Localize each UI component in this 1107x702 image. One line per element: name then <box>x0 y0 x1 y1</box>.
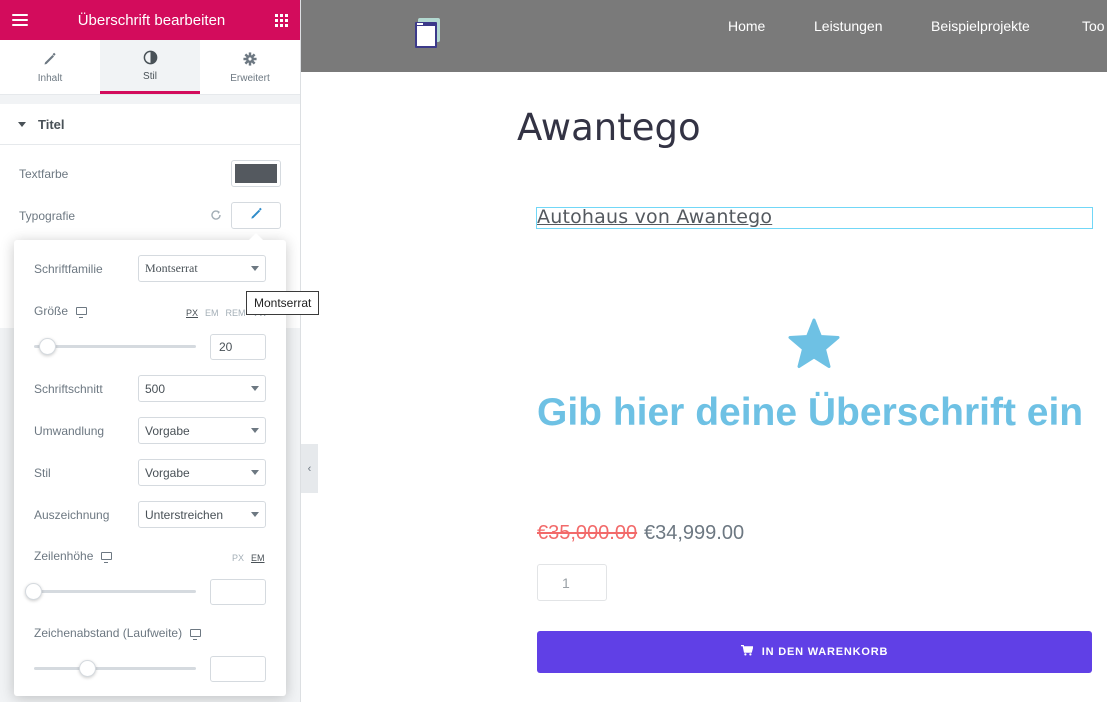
color-swatch <box>235 164 277 183</box>
decoration-value: Unterstreichen <box>145 507 224 522</box>
text-color-picker[interactable] <box>231 160 281 187</box>
line-height-slider-handle[interactable] <box>25 583 42 600</box>
add-to-cart-button[interactable]: IN DEN WARENKORB <box>537 631 1092 673</box>
style-label: Stil <box>34 466 51 480</box>
quantity-input[interactable]: 1 <box>537 564 607 601</box>
widgets-grid-icon[interactable] <box>275 13 288 27</box>
letter-spacing-slider-handle[interactable] <box>79 660 96 677</box>
panel-header: Überschrift bearbeiten <box>0 0 300 40</box>
site-logo[interactable] <box>409 14 449 54</box>
letter-spacing-input[interactable] <box>210 656 266 682</box>
section-title: Titel <box>38 116 65 132</box>
tab-content-label: Inhalt <box>37 72 63 84</box>
chevron-down-icon <box>251 428 259 433</box>
text-color-label: Textfarbe <box>19 167 69 181</box>
caret-down-icon <box>18 121 26 127</box>
line-height-label-row: Zeilenhöhe <box>34 549 113 563</box>
pencil-icon <box>250 207 263 225</box>
transform-select[interactable]: Vorgabe <box>138 417 266 444</box>
contrast-icon <box>143 49 158 65</box>
tab-advanced[interactable]: Erweitert <box>200 40 300 94</box>
size-label-row: Größe <box>34 304 88 318</box>
style-select[interactable]: Vorgabe <box>138 459 266 486</box>
unit-em[interactable]: EM <box>251 553 265 563</box>
size-slider-handle[interactable] <box>39 338 56 355</box>
add-to-cart-label: IN DEN WARENKORB <box>761 646 889 658</box>
site-header: Home Leistungen Beispielprojekte Too <box>301 0 1107 72</box>
weight-value: 500 <box>145 381 166 396</box>
star-icon <box>787 318 841 370</box>
transform-label: Umwandlung <box>34 424 105 438</box>
nav-tools[interactable]: Too <box>1082 18 1105 34</box>
line-height-slider[interactable] <box>25 583 196 600</box>
tab-style-label: Stil <box>143 71 157 82</box>
letter-spacing-label: Zeichenabstand (Laufweite) <box>34 626 183 640</box>
popover-arrow <box>249 233 263 240</box>
typography-edit-button[interactable] <box>231 202 281 229</box>
tab-content[interactable]: Inhalt <box>0 40 100 94</box>
decoration-label: Auszeichnung <box>34 508 110 522</box>
font-tooltip: Montserrat <box>246 291 320 315</box>
weight-label: Schriftschnitt <box>34 382 103 396</box>
section-title-toggle[interactable]: Titel <box>0 104 300 145</box>
regular-price: €35,000.00 <box>537 522 638 544</box>
weight-select[interactable]: 500 <box>138 375 266 402</box>
tab-advanced-label: Erweitert <box>230 72 270 84</box>
unit-px[interactable]: PX <box>232 553 244 563</box>
unit-em[interactable]: EM <box>205 308 219 318</box>
desktop-icon[interactable] <box>101 552 113 563</box>
panel-title: Überschrift bearbeiten <box>77 11 226 29</box>
chevron-down-icon <box>251 470 259 475</box>
pencil-icon <box>43 51 57 67</box>
font-family-value: Montserrat <box>145 261 198 275</box>
sale-price: €34,999.00 <box>644 522 745 544</box>
chevron-down-icon <box>251 512 259 517</box>
line-height-input[interactable] <box>210 579 266 605</box>
desktop-icon[interactable] <box>76 307 88 318</box>
line-height-units: PX EM <box>232 553 265 563</box>
chevron-left-icon: ‹ <box>307 462 312 475</box>
font-family-select[interactable]: Montserrat <box>138 255 266 282</box>
size-input[interactable]: 20 <box>210 334 266 360</box>
unit-px[interactable]: PX <box>186 308 198 318</box>
letter-spacing-label-row: Zeichenabstand (Laufweite) <box>34 626 202 640</box>
chevron-down-icon <box>251 386 259 391</box>
tab-style[interactable]: Stil <box>100 40 200 94</box>
desktop-icon[interactable] <box>190 629 202 640</box>
subheading[interactable]: Autohaus von Awantego <box>537 206 772 228</box>
panel-tabs: Inhalt Stil Erweitert <box>0 40 300 95</box>
main-heading[interactable]: Gib hier deine Überschrift ein <box>537 391 1083 435</box>
site-brand-title: Awantego <box>517 106 701 149</box>
font-family-label: Schriftfamilie <box>34 262 103 276</box>
menu-icon[interactable] <box>12 14 28 26</box>
nav-leistungen[interactable]: Leistungen <box>814 18 883 34</box>
nav-home[interactable]: Home <box>728 18 765 34</box>
gear-icon <box>243 51 257 67</box>
style-value: Vorgabe <box>145 465 190 480</box>
reset-icon[interactable] <box>210 209 222 224</box>
controls-area: Textfarbe Typografie <box>0 145 300 240</box>
size-label: Größe <box>34 304 69 318</box>
nav-beispielprojekte[interactable]: Beispielprojekte <box>931 18 1030 34</box>
size-slider[interactable] <box>34 338 196 355</box>
letter-spacing-slider[interactable] <box>34 660 196 677</box>
unit-rem[interactable]: REM <box>226 308 246 318</box>
chevron-down-icon <box>251 266 259 271</box>
transform-value: Vorgabe <box>145 423 190 438</box>
cart-icon <box>740 644 754 659</box>
typography-label: Typografie <box>19 209 76 223</box>
line-height-label: Zeilenhöhe <box>34 549 94 563</box>
decoration-select[interactable]: Unterstreichen <box>138 501 266 528</box>
panel-collapse-toggle[interactable]: ‹ <box>301 444 318 493</box>
